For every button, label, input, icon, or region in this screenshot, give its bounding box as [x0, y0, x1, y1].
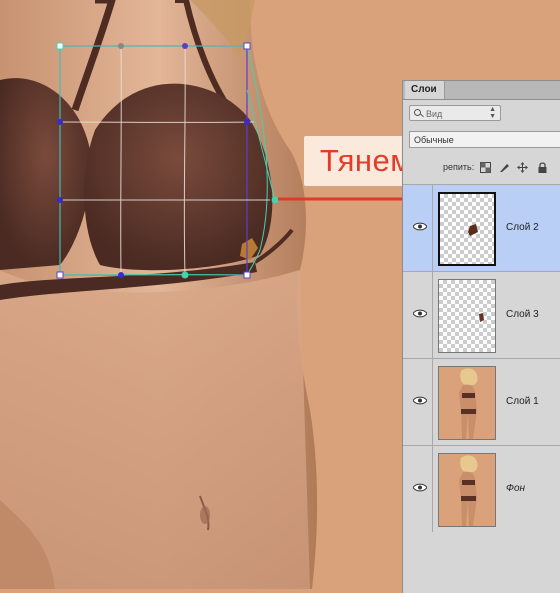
eye-icon[interactable] [413, 309, 427, 318]
lock-image-pixels-icon[interactable] [499, 162, 510, 173]
divider [432, 272, 433, 358]
layers-panel: Слои Вид ▲ ▼ Обычные репить: Слой 2 Слой… [402, 80, 560, 593]
eye-icon[interactable] [413, 222, 427, 231]
lock-label: репить: [443, 162, 475, 172]
layer-thumbnail[interactable] [438, 279, 496, 353]
eye-icon[interactable] [413, 483, 427, 492]
lock-transparent-pixels-icon[interactable] [480, 162, 491, 173]
tab-layers[interactable]: Слои [405, 81, 445, 99]
blend-mode-dropdown[interactable]: Обычные [409, 131, 560, 148]
lock-row: репить: [403, 157, 560, 177]
filter-label: Вид [426, 109, 443, 119]
layer-thumbnail[interactable] [438, 453, 496, 527]
callout-text: Тянем [319, 143, 413, 178]
divider [432, 185, 433, 271]
layer-row-layer-1[interactable]: Слой 1 [403, 358, 560, 445]
lock-position-icon[interactable] [517, 162, 528, 173]
search-icon [414, 109, 421, 116]
layer-name[interactable]: Фон [506, 483, 525, 494]
layer-filter-dropdown[interactable]: Вид ▲ ▼ [409, 105, 501, 121]
layer-row-background[interactable]: Фон [403, 445, 560, 532]
layer-thumbnail[interactable] [438, 192, 496, 266]
lock-all-icon[interactable] [537, 162, 548, 173]
layer-row-layer-3[interactable]: Слой 3 [403, 271, 560, 358]
layer-name[interactable]: Слой 1 [506, 396, 539, 407]
layer-name[interactable]: Слой 3 [506, 309, 539, 320]
divider [432, 446, 433, 532]
layer-row-layer-2[interactable]: Слой 2 [403, 184, 560, 271]
panel-tab-bar: Слои [403, 81, 560, 100]
layer-name[interactable]: Слой 2 [506, 222, 539, 233]
divider [432, 359, 433, 445]
layer-thumbnail[interactable] [438, 366, 496, 440]
eye-icon[interactable] [413, 396, 427, 405]
chevron-updown-icon: ▲ ▼ [489, 106, 496, 120]
